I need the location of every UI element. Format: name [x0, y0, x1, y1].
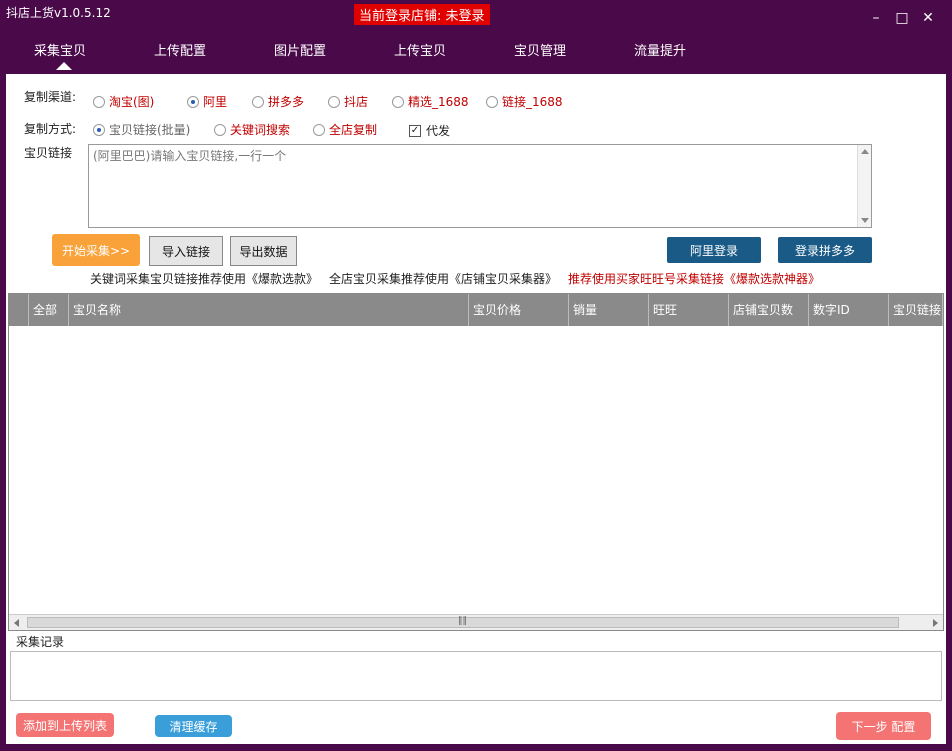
tab-upload-config[interactable]: 上传配置: [120, 40, 240, 59]
scroll-left-icon[interactable]: [14, 619, 19, 627]
tab-image-config[interactable]: 图片配置: [240, 40, 360, 59]
channel-radio-pdd[interactable]: 拼多多: [252, 93, 304, 110]
scroll-down-icon[interactable]: [861, 218, 869, 223]
app-title: 抖店上货v1.0.5.12: [6, 6, 111, 20]
items-table: 全部 宝贝名称 宝贝价格 销量 旺旺 店铺宝贝数 数字ID 宝贝链接 ‖‖: [8, 293, 944, 631]
radio-dot: [392, 95, 404, 108]
column-header-select-all[interactable]: 全部: [29, 294, 69, 326]
links-placeholder: (阿里巴巴)请输入宝贝链接,一行一个: [93, 149, 287, 163]
channel-radio-taobao[interactable]: 淘宝(图): [93, 93, 154, 110]
channel-radio-ali[interactable]: 阿里: [187, 93, 227, 110]
radio-label: 精选_1688: [408, 95, 469, 109]
close-icon[interactable]: ✕: [920, 10, 936, 26]
radio-dot: [93, 95, 105, 108]
column-header-row-marker: [9, 294, 29, 326]
column-header-link[interactable]: 宝贝链接: [889, 294, 943, 326]
scroll-thumb[interactable]: ‖‖: [27, 616, 899, 628]
column-header-name[interactable]: 宝贝名称: [69, 294, 469, 326]
radio-label: 抖店: [344, 95, 369, 109]
main-nav: 采集宝贝 上传配置 图片配置 上传宝贝 宝贝管理 流量提升: [0, 30, 952, 74]
tab-upload-items[interactable]: 上传宝贝: [360, 40, 480, 59]
radio-label: 链接_1688: [502, 95, 563, 109]
log-label: 采集记录: [16, 635, 65, 649]
promo-store-collector[interactable]: 全店宝贝采集推荐使用《店铺宝贝采集器》: [329, 270, 557, 287]
column-header-store-count[interactable]: 店铺宝贝数: [729, 294, 809, 326]
tab-item-manage[interactable]: 宝贝管理: [480, 40, 600, 59]
scroll-up-icon[interactable]: [861, 149, 869, 154]
radio-dot: [252, 95, 264, 108]
table-header: 全部 宝贝名称 宝贝价格 销量 旺旺 店铺宝贝数 数字ID 宝贝链接: [9, 294, 943, 326]
method-label: 复制方式:: [24, 122, 77, 136]
links-textarea[interactable]: (阿里巴巴)请输入宝贝链接,一行一个: [88, 144, 872, 228]
method-radio-links[interactable]: 宝贝链接(批量): [93, 121, 190, 138]
tab-collect[interactable]: 采集宝贝: [0, 40, 120, 59]
radio-dot: [328, 95, 340, 108]
radio-dot: [313, 123, 325, 136]
maximize-icon[interactable]: □: [894, 10, 910, 26]
active-tab-indicator: [56, 62, 72, 70]
column-header-wangwang[interactable]: 旺旺: [649, 294, 729, 326]
links-scrollbar[interactable]: [857, 145, 871, 227]
radio-label: 关键词搜索: [230, 123, 291, 137]
radio-dot: [214, 123, 226, 136]
radio-label: 全店复制: [329, 123, 378, 137]
log-textarea[interactable]: [10, 651, 942, 701]
radio-dot: [187, 95, 199, 108]
table-horizontal-scrollbar[interactable]: ‖‖: [9, 614, 943, 630]
export-data-button[interactable]: 导出数据: [230, 236, 297, 266]
radio-dot: [486, 95, 498, 108]
channel-radio-select-1688[interactable]: 精选_1688: [392, 93, 469, 110]
radio-label: 拼多多: [268, 95, 305, 109]
promo-wangwang-tool[interactable]: 推荐使用买家旺旺号采集链接《爆款选款神器》: [568, 270, 820, 287]
promo-keyword-tool[interactable]: 关键词采集宝贝链接推荐使用《爆款选款》: [90, 270, 318, 287]
proxy-checkbox[interactable]: ✓ 代发: [409, 122, 450, 139]
channel-radio-doudian[interactable]: 抖店: [328, 93, 368, 110]
checkbox-label: 代发: [426, 124, 451, 138]
column-header-sales[interactable]: 销量: [569, 294, 649, 326]
channel-radio-link-1688[interactable]: 链接_1688: [486, 93, 563, 110]
tab-traffic-boost[interactable]: 流量提升: [600, 40, 720, 59]
method-radio-keyword[interactable]: 关键词搜索: [214, 121, 290, 138]
links-label: 宝贝链接: [24, 146, 73, 160]
start-collect-button[interactable]: 开始采集>>: [52, 234, 140, 266]
radio-label: 淘宝(图): [109, 95, 155, 109]
column-header-numeric-id[interactable]: 数字ID: [809, 294, 889, 326]
column-header-price[interactable]: 宝贝价格: [469, 294, 569, 326]
add-to-upload-button[interactable]: 添加到上传列表: [16, 713, 114, 737]
app-window: 抖店上货v1.0.5.12 当前登录店铺: 未登录 – □ ✕ 采集宝贝 上传配…: [0, 0, 952, 751]
main-panel: 复制渠道: 淘宝(图) 阿里 拼多多 抖店 精选_1688 链接_1688 复制…: [6, 74, 946, 744]
next-step-button[interactable]: 下一步 配置: [836, 712, 931, 740]
pdd-login-button[interactable]: 登录拼多多: [778, 237, 872, 263]
login-status-badge: 当前登录店铺: 未登录: [354, 4, 490, 25]
method-radio-whole-store[interactable]: 全店复制: [313, 121, 377, 138]
scroll-grip-icon: ‖‖: [458, 616, 467, 626]
import-links-button[interactable]: 导入链接: [149, 236, 223, 266]
title-bar: 抖店上货v1.0.5.12 当前登录店铺: 未登录 – □ ✕: [0, 0, 952, 30]
clear-cache-button[interactable]: 清理缓存: [155, 715, 232, 737]
channel-label: 复制渠道:: [24, 90, 77, 104]
check-icon: ✓: [409, 124, 421, 137]
radio-label: 阿里: [203, 95, 228, 109]
radio-dot: [93, 123, 105, 136]
ali-login-button[interactable]: 阿里登录: [667, 237, 761, 263]
minimize-icon[interactable]: –: [868, 10, 884, 26]
radio-label: 宝贝链接(批量): [109, 123, 191, 137]
scroll-right-icon[interactable]: [933, 619, 938, 627]
